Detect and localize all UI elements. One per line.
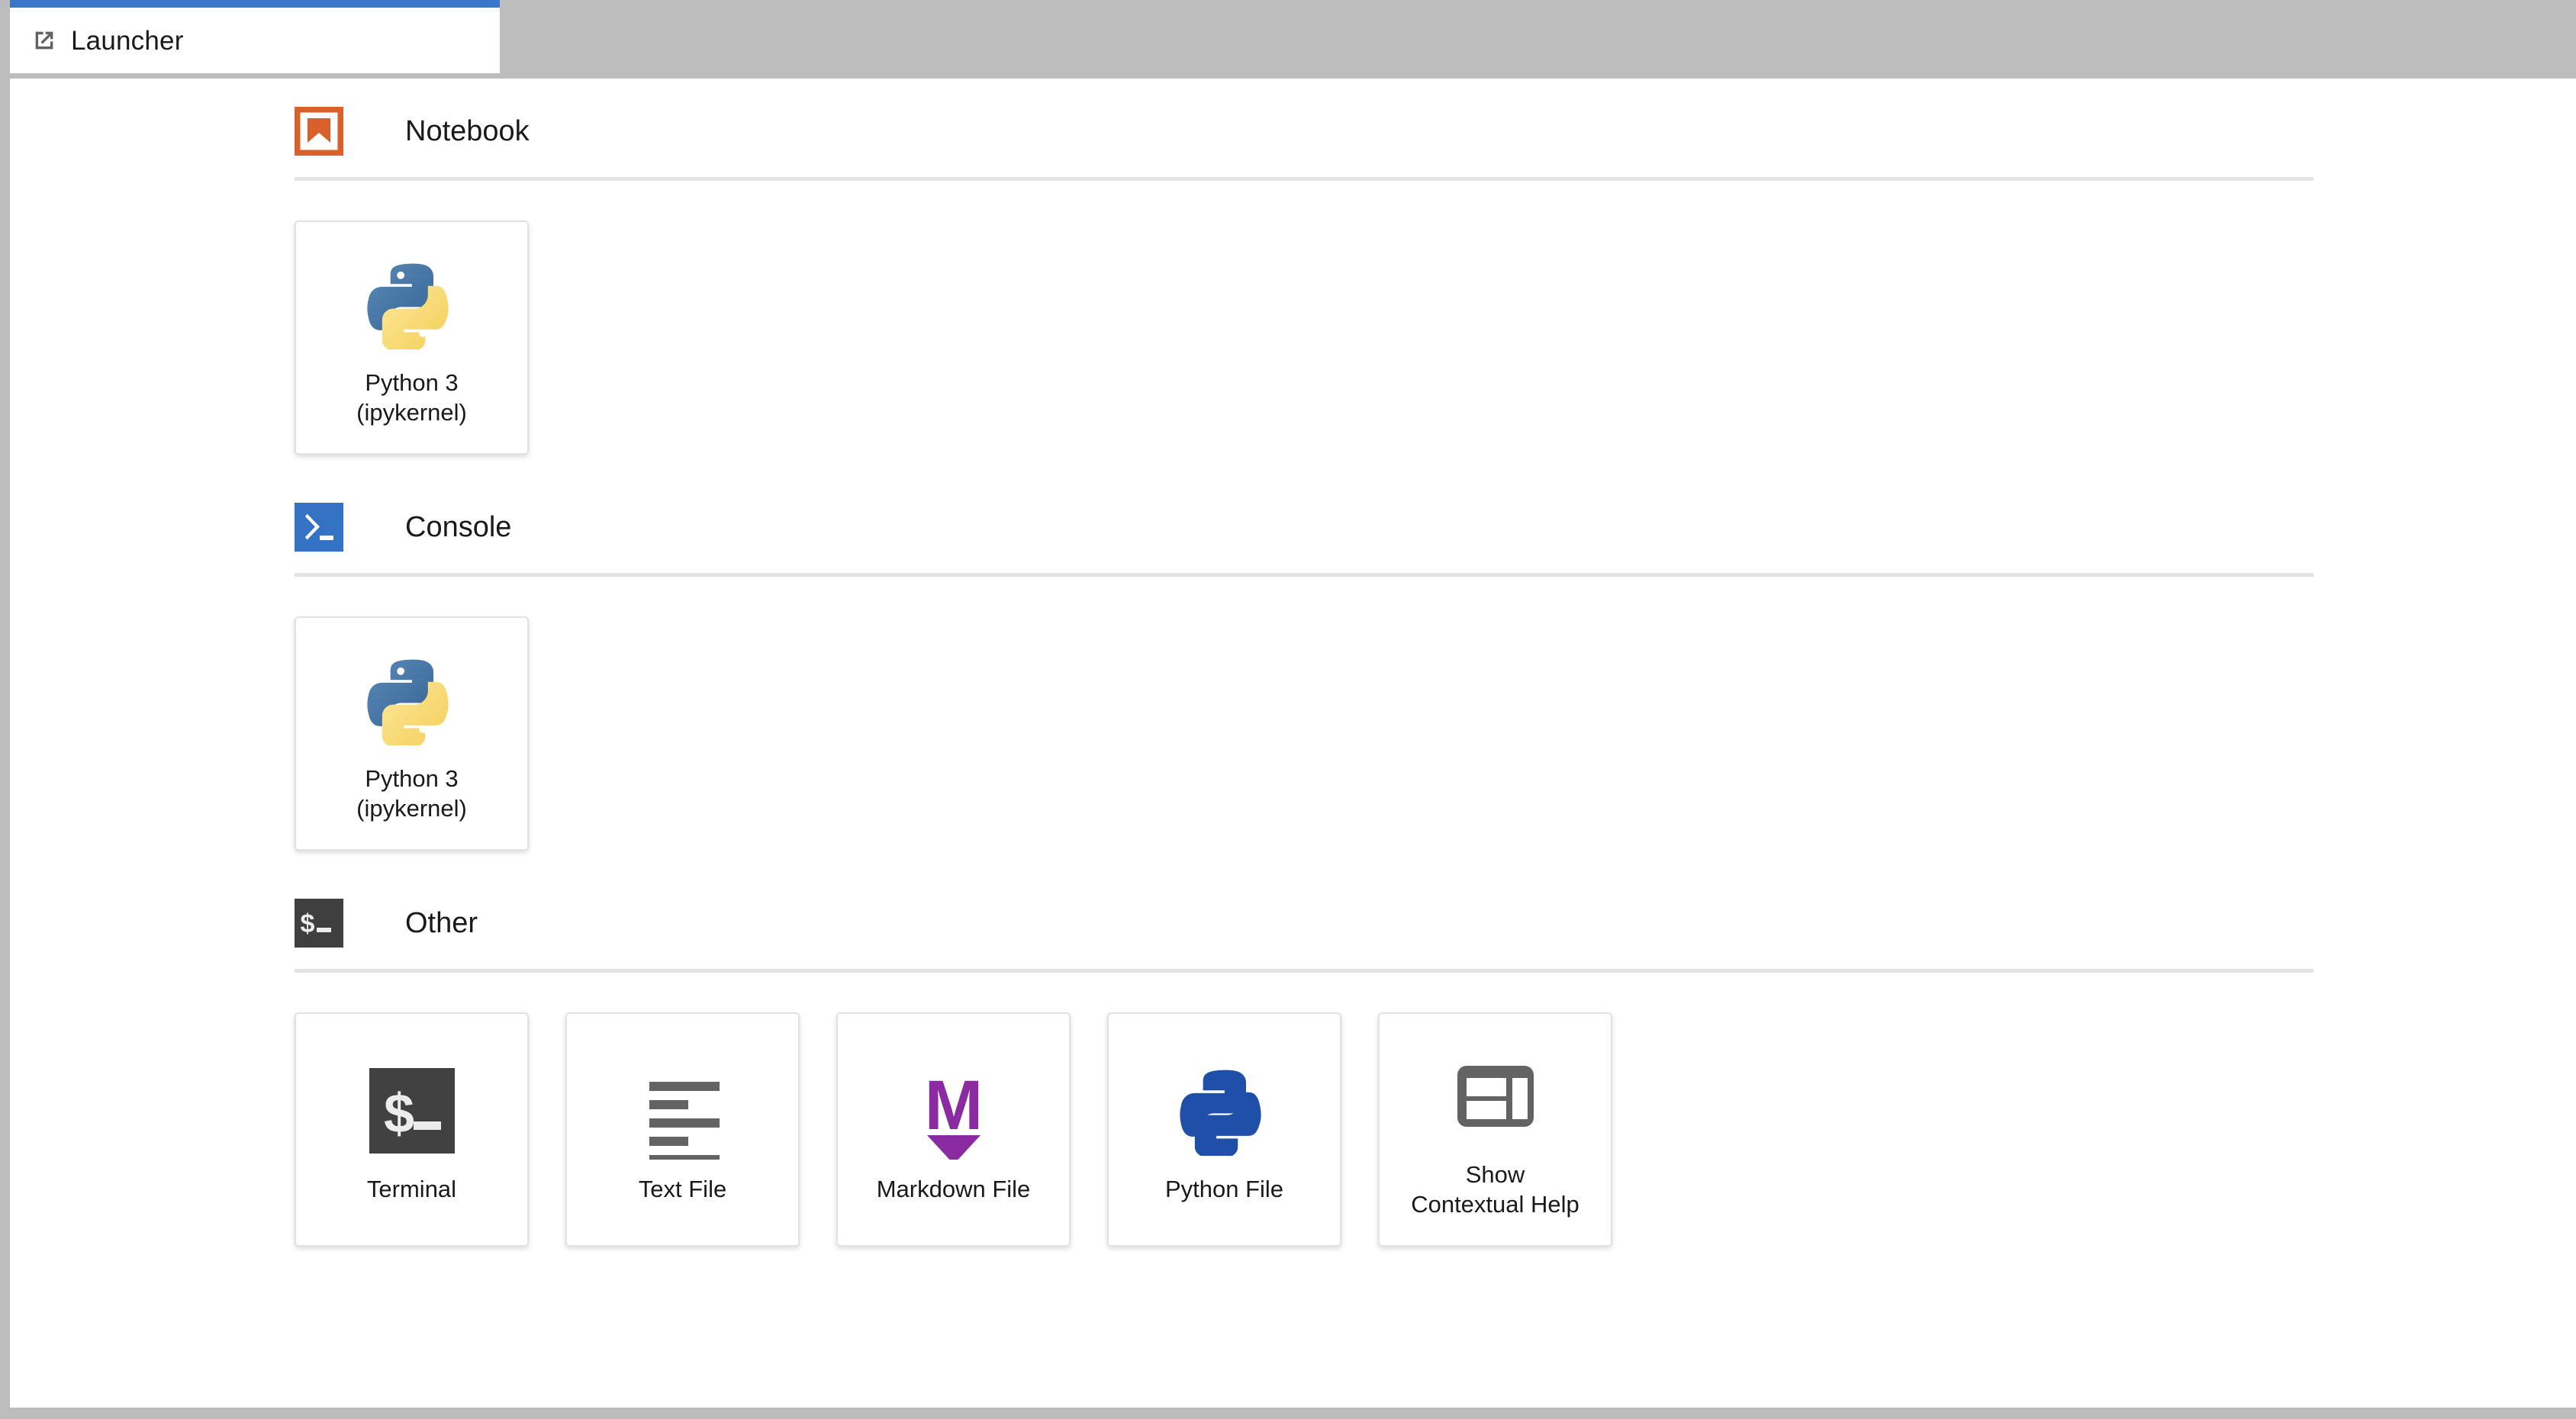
card-row-other: $ Terminal Text File M Markdown File Pyt… [295, 1012, 2314, 1247]
section-title-notebook: Notebook [405, 115, 530, 147]
card-row-console: Python 3 (ipykernel) [295, 616, 2314, 851]
card-label: Python 3 (ipykernel) [356, 765, 467, 822]
launcher-card-python3-console[interactable]: Python 3 (ipykernel) [295, 616, 529, 851]
card-label: Python 3 (ipykernel) [356, 369, 467, 426]
section-header-other: $ Other [295, 895, 2314, 951]
section-console: Console Python 3 (ipykernel) [295, 499, 2314, 851]
card-label: Terminal [366, 1176, 457, 1203]
section-header-console: Console [295, 499, 2314, 555]
card-label: Text File [638, 1176, 727, 1203]
tab-bar: Launcher [10, 0, 2576, 73]
application-window: Launcher Notebook Python 3 (ipykernel) C… [0, 0, 2576, 1419]
external-link-icon [31, 27, 57, 53]
spacer-notebook-console [295, 455, 2314, 499]
markdown-m-arrow-icon: M [905, 1054, 1003, 1167]
launcher-sections: Notebook Python 3 (ipykernel) Console Py… [293, 79, 2314, 1247]
tab-label: Launcher [71, 25, 184, 56]
launcher-card-show-contextual-help[interactable]: Show Contextual Help [1378, 1012, 1612, 1247]
section-title-other: Other [405, 907, 478, 939]
card-label: Markdown File [876, 1176, 1031, 1203]
contextual-help-panels-icon [1447, 1040, 1544, 1153]
launcher-card-terminal[interactable]: $ Terminal [295, 1012, 529, 1247]
python-logo-color-icon [366, 248, 457, 361]
section-title-console: Console [405, 511, 512, 543]
text-lines-icon [634, 1054, 732, 1167]
section-divider-other [295, 969, 2314, 973]
notebook-bookmark-icon [293, 105, 345, 157]
tab-launcher[interactable]: Launcher [10, 0, 500, 73]
launcher-card-text-file[interactable]: Text File [565, 1012, 800, 1247]
tab-bar-divider [10, 73, 2576, 79]
launcher-panel: Notebook Python 3 (ipykernel) Console Py… [10, 79, 2576, 1408]
window-content-area: Launcher Notebook Python 3 (ipykernel) C… [10, 0, 2576, 1408]
python-logo-color-icon [366, 644, 457, 757]
spacer-console-other [295, 851, 2314, 895]
section-header-notebook: Notebook [293, 103, 2314, 159]
card-row-notebook: Python 3 (ipykernel) [295, 220, 2314, 455]
card-label: Python File [1164, 1176, 1284, 1203]
launcher-card-markdown-file[interactable]: M Markdown File [836, 1012, 1071, 1247]
svg-text:$: $ [301, 909, 315, 938]
console-prompt-icon [295, 503, 343, 552]
section-notebook: Notebook Python 3 (ipykernel) [293, 79, 2314, 455]
section-divider-notebook [295, 177, 2314, 181]
terminal-dollar-icon: $ [363, 1054, 461, 1167]
section-divider-console [295, 573, 2314, 577]
svg-text:M: M [924, 1067, 983, 1144]
terminal-dollar-icon: $ [295, 899, 343, 948]
section-other: $ Other $ Terminal Text File M Markdown … [295, 895, 2314, 1247]
card-label: Show Contextual Help [1411, 1161, 1579, 1218]
svg-text:$: $ [383, 1083, 414, 1144]
launcher-card-python-file[interactable]: Python File [1107, 1012, 1341, 1247]
python-logo-mono-icon [1179, 1054, 1270, 1167]
launcher-card-python3-notebook[interactable]: Python 3 (ipykernel) [295, 220, 529, 455]
